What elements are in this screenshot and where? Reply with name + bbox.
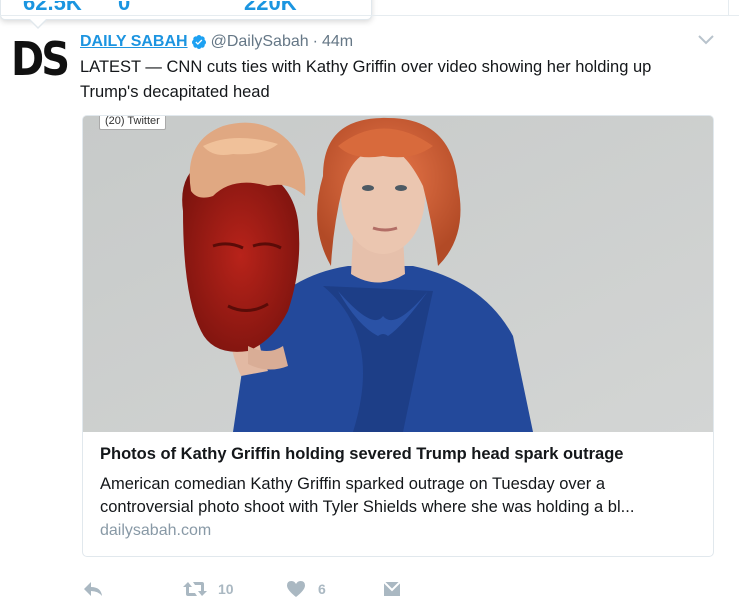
envelope-icon — [383, 581, 401, 596]
hovercard-stat-following: 0 — [118, 0, 131, 15]
account-name[interactable]: DAILY SABAH — [80, 33, 188, 51]
hovercard-stat-tweets: 62.5K — [23, 0, 82, 15]
separator-dot: · — [312, 33, 318, 50]
avatar[interactable]: DS — [10, 31, 70, 89]
card-title[interactable]: Photos of Kathy Griffin holding severed … — [100, 445, 624, 464]
tweet-timestamp[interactable]: 44m — [322, 33, 353, 51]
tab-tooltip-badge: (20) Twitter — [99, 116, 166, 130]
hovercard-stat-followers: 220K — [244, 0, 297, 15]
hovercard-caret — [29, 19, 47, 29]
retweet-count: 10 — [218, 581, 234, 597]
like-count: 6 — [318, 581, 326, 597]
like-button[interactable]: 6 — [286, 580, 326, 598]
tweet-text: LATEST — CNN cuts ties with Kathy Griffi… — [80, 58, 652, 101]
link-card[interactable]: (20) Twitter Photos of Kathy Griffin hol… — [82, 115, 714, 557]
column-divider — [728, 0, 729, 15]
card-domain[interactable]: dailysabah.com — [100, 522, 211, 540]
chevron-down-icon[interactable] — [697, 33, 715, 47]
reply-button[interactable] — [82, 580, 104, 598]
profile-hovercard: 62.5K 0 220K — [0, 0, 372, 29]
tweet-header: DAILY SABAH @DailySabah · 44m — [80, 31, 353, 53]
reply-icon — [84, 582, 102, 596]
avatar-logo-text: DS — [10, 33, 70, 87]
card-description: American comedian Kathy Griffin sparked … — [100, 475, 635, 516]
retweet-button[interactable]: 10 — [182, 580, 234, 598]
heart-icon — [287, 581, 305, 597]
direct-message-button[interactable] — [382, 580, 402, 598]
verified-badge-icon — [191, 35, 206, 50]
retweet-icon — [183, 582, 207, 596]
card-image[interactable]: (20) Twitter — [83, 116, 713, 432]
card-photo — [83, 116, 713, 432]
account-handle[interactable]: @DailySabah — [211, 33, 309, 51]
tweet-divider — [0, 15, 739, 16]
